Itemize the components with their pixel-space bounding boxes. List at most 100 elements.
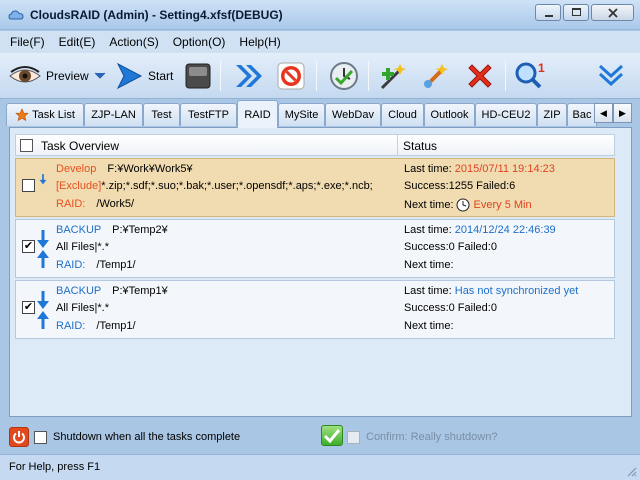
tab-hd-ceu2[interactable]: HD-CEU2 — [475, 103, 537, 126]
prohibit-icon — [277, 62, 305, 90]
toolbar: Preview Start 1 — [0, 53, 640, 99]
task-checkbox[interactable]: ✔ — [22, 240, 35, 253]
stop-button[interactable] — [183, 59, 213, 93]
raid-path: /Work5/ — [96, 198, 135, 210]
maximize-button[interactable] — [563, 4, 589, 21]
task-row[interactable]: ✔ BACKUP P:¥Temp2¥ All Files|*.* RAID: /… — [15, 219, 615, 278]
task-name: BACKUP — [56, 224, 102, 236]
shutdown-checkbox[interactable] — [34, 431, 47, 444]
tab-label: Task List — [32, 109, 75, 121]
menu-help[interactable]: Help(H) — [233, 35, 286, 49]
double-chevron-down-icon — [598, 64, 624, 87]
menu-option[interactable]: Option(O) — [167, 35, 232, 49]
last-time-value: 2014/12/24 22:46:39 — [454, 224, 556, 236]
task-name: Develop — [56, 163, 97, 175]
task-source: F:¥Work¥Work5¥ — [107, 163, 193, 175]
confirm-ok-button[interactable] — [321, 425, 343, 446]
task-checkbox[interactable] — [22, 179, 35, 192]
tab-label: Outlook — [430, 109, 469, 121]
task-filter: All Files|*.* — [56, 241, 109, 253]
tab-task-list[interactable]: Task List — [6, 103, 84, 126]
tab-label: Test — [151, 109, 172, 121]
task-row[interactable]: Develop F:¥Work¥Work5¥ [Exclude]*.zip;*.… — [15, 158, 615, 217]
edit-wand-icon — [424, 64, 448, 88]
tab-test[interactable]: Test — [143, 103, 180, 126]
confirm-checkbox[interactable] — [347, 431, 360, 444]
tab-mysite[interactable]: MySite — [278, 103, 325, 126]
task-checkbox[interactable]: ✔ — [22, 301, 35, 314]
add-wand-icon — [380, 64, 406, 90]
list-header: Task Overview Status — [15, 134, 615, 156]
header-task-overview[interactable]: Task Overview — [41, 139, 119, 153]
play-icon — [116, 62, 143, 90]
tab-label: ZJP-LAN — [91, 109, 136, 121]
edit-task-button[interactable] — [420, 59, 454, 93]
menu-file[interactable]: File(F) — [4, 35, 51, 49]
tab-label: RAID — [244, 108, 271, 121]
search-magnifier-icon: 1 — [515, 61, 545, 89]
raid-path: /Temp1/ — [96, 259, 136, 271]
resize-grip-icon[interactable] — [625, 465, 637, 477]
fast-forward-button[interactable] — [233, 59, 265, 93]
task-source: P:¥Temp2¥ — [112, 224, 168, 236]
prohibit-button[interactable] — [276, 59, 306, 93]
preview-label: Preview — [46, 69, 89, 83]
confirm-label: Confirm: Really shutdown? — [366, 431, 498, 443]
next-time-label: Next time: — [404, 199, 454, 211]
close-icon — [608, 8, 618, 18]
schedule-button[interactable] — [328, 59, 360, 93]
tab-cloud[interactable]: Cloud — [381, 103, 424, 126]
select-all-checkbox[interactable] — [20, 139, 33, 152]
search-button[interactable]: 1 — [513, 59, 549, 93]
tab-zip[interactable]: ZIP — [537, 103, 567, 126]
sync-arrows-icon — [37, 291, 49, 329]
download-arrow-icon — [39, 174, 47, 185]
tab-outlook[interactable]: Outlook — [424, 103, 475, 126]
tab-backup[interactable]: Bac — [567, 103, 597, 126]
sync-result: Success:0 Failed:0 — [404, 241, 497, 253]
tab-zjp-lan[interactable]: ZJP-LAN — [84, 103, 143, 126]
exclude-label: [Exclude] — [56, 180, 102, 192]
preview-button[interactable]: Preview — [8, 59, 107, 93]
task-source: P:¥Temp1¥ — [112, 285, 168, 297]
eye-icon — [9, 66, 41, 83]
task-filter: *.zip;*.sdf;*.suo;*.bak;*.user;*.opensdf… — [101, 180, 373, 192]
status-text: For Help, press F1 — [9, 461, 101, 473]
tab-scroll-right-button[interactable]: ▶ — [613, 103, 632, 123]
tab-scroll-left-button[interactable]: ◀ — [594, 103, 613, 123]
start-label: Start — [148, 69, 174, 83]
raid-label: RAID: — [56, 320, 86, 332]
delete-task-button[interactable] — [464, 59, 496, 93]
tab-label: TestFTP — [188, 109, 229, 121]
clock-icon — [456, 198, 470, 212]
header-status[interactable]: Status — [403, 139, 437, 153]
task-name: BACKUP — [56, 285, 102, 297]
tab-bar: Task List ZJP-LAN Test TestFTP RAID MySi… — [6, 100, 634, 128]
last-time-value: Has not synchronized yet — [454, 285, 579, 297]
chevron-down-icon — [94, 72, 106, 79]
double-chevron-right-icon — [236, 65, 262, 87]
start-button[interactable]: Start — [114, 59, 173, 93]
task-row[interactable]: ✔ BACKUP P:¥Temp1¥ All Files|*.* RAID: /… — [15, 280, 615, 339]
svg-text:1: 1 — [538, 61, 545, 75]
tab-raid[interactable]: RAID — [237, 100, 278, 128]
minimize-button[interactable] — [535, 4, 561, 21]
menu-action[interactable]: Action(S) — [103, 35, 164, 49]
close-button[interactable] — [591, 4, 634, 21]
last-time-value: 2015/07/11 19:14:23 — [454, 163, 555, 175]
shutdown-controls: Shutdown when all the tasks complete Con… — [0, 420, 640, 454]
next-time-value: Every 5 Min — [473, 199, 532, 211]
tab-webdav[interactable]: WebDav — [325, 103, 381, 126]
expand-toolbar-button[interactable] — [596, 59, 626, 93]
tab-label: Cloud — [388, 109, 417, 121]
menu-edit[interactable]: Edit(E) — [53, 35, 102, 49]
sync-result: Success:1255 Failed:6 — [404, 180, 516, 192]
tab-label: Bac — [572, 109, 592, 121]
tab-testftp[interactable]: TestFTP — [180, 103, 237, 126]
power-button[interactable] — [9, 427, 29, 447]
shutdown-label: Shutdown when all the tasks complete — [53, 431, 241, 443]
raid-label: RAID: — [56, 259, 86, 271]
add-task-button[interactable] — [378, 59, 412, 93]
next-time-label: Next time: — [404, 320, 454, 332]
window-title: CloudsRAID (Admin) - Setting4.xfsf(DEBUG… — [30, 8, 283, 22]
